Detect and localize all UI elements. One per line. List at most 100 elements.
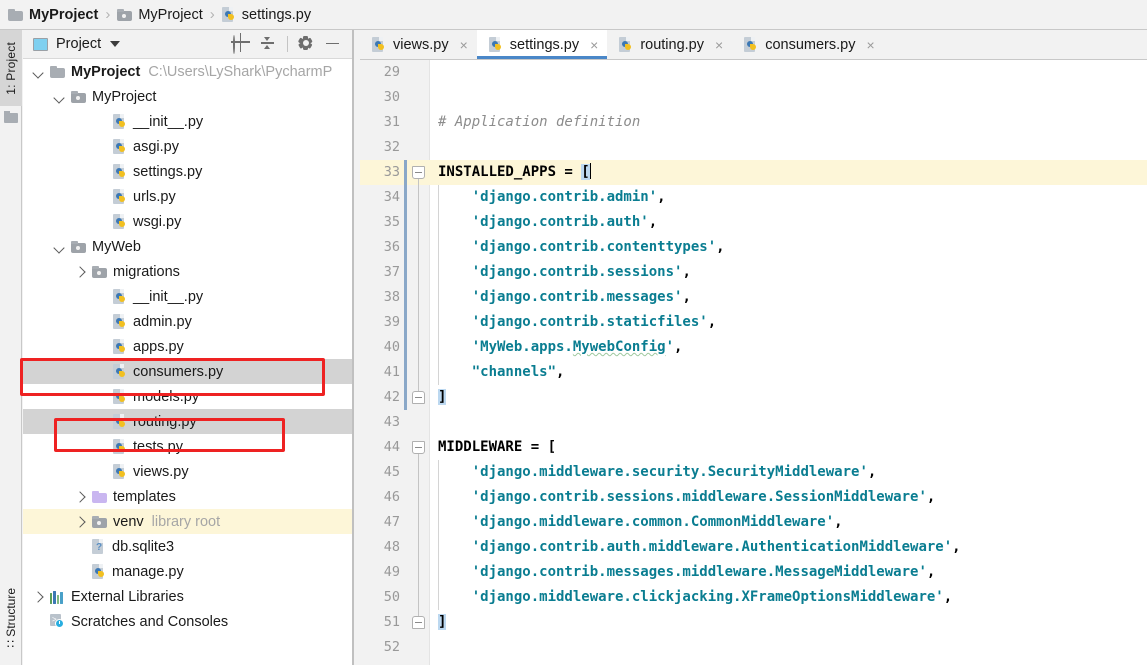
editor-tab-settings-py[interactable]: settings.py × (476, 30, 608, 59)
code-line: 31 # Application definition (360, 110, 1147, 135)
fold-marker-close[interactable] (412, 391, 425, 404)
gear-icon[interactable] (298, 36, 315, 53)
breadcrumb-item-module[interactable]: MyProject (117, 6, 203, 23)
tree-item-icon (113, 213, 127, 230)
toolbar-divider (287, 36, 288, 52)
tree-item-venv[interactable]: venv library root (23, 509, 353, 534)
locate-target-icon[interactable] (233, 34, 250, 54)
pycharm-window: MyProject › MyProject › settings.py 1: P… (0, 0, 1147, 665)
breadcrumb-item-file[interactable]: settings.py (221, 6, 311, 23)
rail-tab-structure[interactable]: ∷ Structure (0, 570, 22, 665)
tree-item-manage-py[interactable]: manage.py (23, 559, 353, 584)
code-line: 37 'django.contrib.sessions', (360, 260, 1147, 285)
tree-item-myweb[interactable]: MyWeb (23, 234, 353, 259)
breadcrumb-separator: › (209, 6, 215, 23)
code-text: 'django.contrib.admin', (471, 189, 666, 205)
line-number: 29 (383, 64, 400, 80)
minimize-icon[interactable] (325, 36, 342, 53)
tree-item-routing-py[interactable]: routing.py (23, 409, 353, 434)
tree-item-icon (113, 113, 127, 130)
tree-item-settings-py[interactable]: settings.py (23, 159, 353, 184)
tree-item--init-py[interactable]: __init__.py (23, 109, 353, 134)
tree-item-models-py[interactable]: models.py (23, 384, 353, 409)
python-file-icon (488, 36, 503, 53)
project-tree[interactable]: MyProject C:\Users\LyShark\PycharmP MyProj… (23, 59, 353, 665)
chevron-closed-icon[interactable] (73, 265, 87, 279)
chevron-open-icon[interactable] (52, 240, 66, 254)
code-line: 39 'django.contrib.staticfiles', (360, 310, 1147, 335)
tree-item--init-py[interactable]: __init__.py (23, 284, 353, 309)
close-icon[interactable]: × (590, 37, 598, 53)
code-line: 52 (360, 635, 1147, 660)
chevron-open-icon[interactable] (52, 90, 66, 104)
editor-tab-views-py[interactable]: views.py × (360, 30, 477, 59)
line-number: 36 (383, 239, 400, 255)
code-text: MIDDLEWARE = [ (438, 439, 557, 455)
tree-item-scratches-and-consoles[interactable]: > Scratches and Consoles (23, 609, 353, 634)
code-text: 'django.contrib.auth', (471, 214, 658, 230)
tree-item-icon (113, 338, 127, 355)
tree-item-views-py[interactable]: views.py (23, 459, 353, 484)
close-icon[interactable]: × (866, 37, 874, 53)
tree-item-myproject[interactable]: MyProject C:\Users\LyShark\PycharmP (23, 59, 353, 84)
chevron-open-icon[interactable] (31, 65, 45, 79)
tree-item-urls-py[interactable]: urls.py (23, 184, 353, 209)
chevron-down-icon[interactable] (110, 41, 121, 47)
line-number: 33 (383, 164, 400, 180)
editor-tab-routing-py[interactable]: routing.py × (607, 30, 732, 59)
tree-item-icon (92, 515, 107, 528)
chevron-closed-icon[interactable] (31, 590, 45, 604)
code-editor[interactable]: 29 30 31 # Application definition 32 33 INSTAL… (360, 60, 1147, 665)
tree-item-icon (92, 563, 106, 580)
tree-item-consumers-py[interactable]: consumers.py (23, 359, 353, 384)
editor-tab-consumers-py[interactable]: consumers.py × (732, 30, 883, 59)
tree-item-admin-py[interactable]: admin.py (23, 309, 353, 334)
tree-item-label: wsgi.py (133, 213, 182, 230)
fold-marker-open[interactable] (412, 166, 425, 179)
line-number: 31 (383, 114, 400, 130)
tree-item-wsgi-py[interactable]: wsgi.py (23, 209, 353, 234)
collapse-all-icon[interactable] (260, 36, 277, 53)
tree-item-icon (92, 490, 107, 503)
folder-icon (8, 8, 23, 21)
tree-item-myproject[interactable]: MyProject (23, 84, 353, 109)
code-line: 38 'django.contrib.messages', (360, 285, 1147, 310)
tree-item-label: External Libraries (71, 588, 184, 605)
line-number: 46 (383, 489, 400, 505)
tree-item-label: asgi.py (133, 138, 179, 155)
tree-item-label: __init__.py (133, 288, 204, 305)
tree-item-icon (71, 90, 86, 103)
code-text: 'django.contrib.contenttypes', (471, 239, 725, 255)
breadcrumb-item-project-root[interactable]: MyProject (8, 7, 98, 23)
tree-item-apps-py[interactable]: apps.py (23, 334, 353, 359)
tree-item-tests-py[interactable]: tests.py (23, 434, 353, 459)
tree-item-templates[interactable]: templates (23, 484, 353, 509)
close-icon[interactable]: × (460, 37, 468, 53)
chevron-closed-icon[interactable] (73, 490, 87, 504)
fold-marker-close[interactable] (412, 616, 425, 629)
tree-item-db-sqlite3[interactable]: ? db.sqlite3 (23, 534, 353, 559)
code-line: 42] (360, 385, 1147, 410)
editor-area: views.py × settings.py × routing.py × consumer… (360, 30, 1147, 665)
tree-item-asgi-py[interactable]: asgi.py (23, 134, 353, 159)
breadcrumb-label: MyProject (138, 6, 203, 23)
tree-item-icon (113, 138, 127, 155)
close-icon[interactable]: × (715, 37, 723, 53)
fold-marker-open[interactable] (412, 441, 425, 454)
fold-region-line (418, 454, 420, 616)
line-number: 44 (383, 439, 400, 455)
editor-tab-label: routing.py (640, 36, 704, 53)
code-text: 'django.middleware.clickjacking.XFrameOp… (471, 589, 953, 605)
code-line: 33 INSTALLED_APPS = [ (360, 160, 1147, 185)
tree-item-migrations[interactable]: migrations (23, 259, 353, 284)
rail-tab-project[interactable]: 1: Project (0, 30, 22, 106)
tree-item-icon (113, 388, 127, 405)
chevron-closed-icon[interactable] (73, 515, 87, 529)
tree-item-external-libraries[interactable]: External Libraries (23, 584, 353, 609)
